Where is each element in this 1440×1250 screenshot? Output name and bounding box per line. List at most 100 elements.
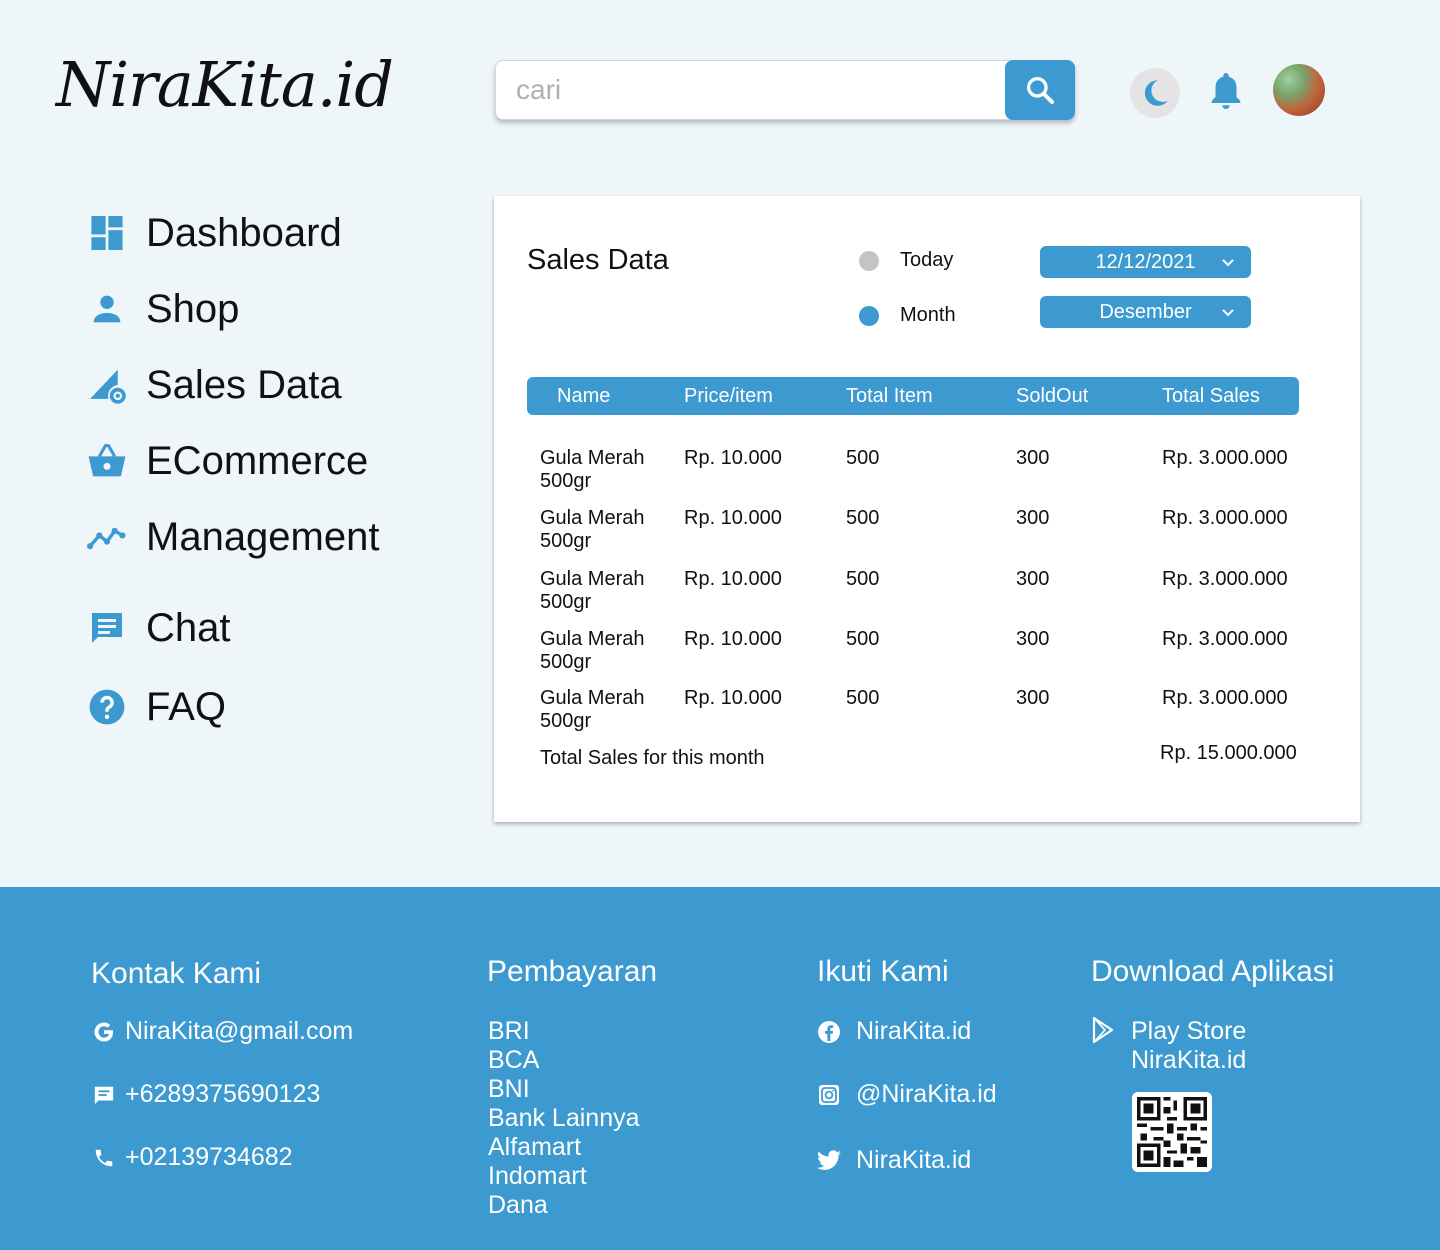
radio-month[interactable]: Month	[859, 304, 956, 327]
payment-item: Indomart	[488, 1162, 587, 1190]
chevron-down-icon	[1222, 309, 1234, 317]
help-icon	[86, 686, 128, 728]
sidebar-item-shop[interactable]: Shop	[86, 284, 426, 334]
notification-button[interactable]	[1204, 68, 1248, 114]
cell-soldout: 300	[1016, 687, 1050, 709]
sidebar-item-label: Dashboard	[146, 210, 342, 255]
sidebar-item-management[interactable]: Management	[86, 512, 426, 562]
footer-heading-download: Download Aplikasi	[1091, 955, 1335, 988]
instagram-icon	[816, 1082, 842, 1108]
radio-label: Month	[900, 304, 956, 326]
cell-total-sales: Rp. 3.000.000	[1162, 507, 1288, 529]
search-input[interactable]	[496, 61, 1006, 119]
column-header: Name	[557, 385, 611, 407]
qr-code-image	[1137, 1097, 1207, 1167]
message-icon	[91, 1082, 117, 1108]
dashboard-icon	[86, 212, 128, 254]
facebook-text: NiraKita.id	[856, 1017, 972, 1045]
dark-mode-toggle[interactable]	[1130, 68, 1180, 118]
payment-item: Dana	[488, 1191, 548, 1219]
cell-total-item: 500	[846, 687, 880, 709]
qr-code[interactable]	[1132, 1092, 1212, 1172]
search-button[interactable]	[1005, 60, 1075, 120]
cell-total-sales: Rp. 3.000.000	[1162, 447, 1288, 469]
cell-name: Gula Merah 500gr	[540, 447, 645, 492]
radio-button[interactable]	[859, 250, 879, 271]
contact-phone[interactable]: +02139734682	[91, 1143, 293, 1172]
column-header: SoldOut	[1016, 385, 1089, 407]
month-select-value: Desember	[1099, 300, 1192, 323]
cell-soldout: 300	[1016, 447, 1050, 469]
twitter-text: NiraKita.id	[856, 1146, 972, 1174]
month-select[interactable]: Desember	[1040, 296, 1251, 328]
cell-soldout: 300	[1016, 507, 1050, 529]
payment-item: Alfamart	[488, 1133, 582, 1161]
total-sales-label: Total Sales for this month	[540, 747, 765, 769]
basket-icon	[86, 440, 128, 482]
card-title: Sales Data	[527, 244, 669, 276]
search-bar	[495, 60, 1075, 120]
sidebar-item-sales-data[interactable]: Sales Data	[86, 360, 426, 410]
cell-name: Gula Merah 500gr	[540, 507, 645, 552]
avatar[interactable]	[1273, 64, 1325, 116]
cell-total-item: 500	[846, 628, 880, 650]
radio-button[interactable]	[859, 305, 879, 326]
cell-total-sales: Rp. 3.000.000	[1162, 687, 1288, 709]
sidebar-item-ecommerce[interactable]: ECommerce	[86, 436, 426, 486]
contact-email[interactable]: NiraKita@gmail.com	[91, 1017, 353, 1046]
sidebar-item-label: Sales Data	[146, 362, 342, 407]
radio-label: Today	[900, 249, 954, 271]
column-header: Price/item	[684, 385, 773, 407]
column-header: Total Item	[846, 385, 933, 407]
contact-phone-text: +02139734682	[125, 1143, 293, 1171]
phone-icon	[91, 1145, 117, 1171]
app-name-label: NiraKita.id	[1131, 1046, 1247, 1074]
play-store-link[interactable]: Play Store NiraKita.id	[1090, 1017, 1246, 1075]
cell-soldout: 300	[1016, 628, 1050, 650]
cell-total-item: 500	[846, 447, 880, 469]
cell-total-sales: Rp. 3.000.000	[1162, 568, 1288, 590]
total-sales-value: Rp. 15.000.000	[1160, 742, 1297, 764]
twitter-icon	[816, 1148, 842, 1174]
payment-list: BRI BCA BNI Bank Lainnya Alfamart Indoma…	[488, 1017, 640, 1220]
sidebar-item-label: ECommerce	[146, 438, 369, 483]
facebook-icon	[816, 1019, 842, 1045]
bell-icon	[1211, 73, 1241, 109]
trend-icon	[86, 516, 128, 558]
footer-heading-contact: Kontak Kami	[91, 957, 262, 990]
sidebar-item-label: Management	[146, 514, 380, 559]
cell-total-sales: Rp. 3.000.000	[1162, 628, 1288, 650]
cell-price: Rp. 10.000	[684, 447, 782, 469]
date-select-value: 12/12/2021	[1095, 250, 1196, 273]
sidebar-item-faq[interactable]: FAQ	[86, 682, 426, 732]
person-icon	[86, 288, 128, 330]
sidebar-item-chat[interactable]: Chat	[86, 603, 426, 653]
cell-total-item: 500	[846, 507, 880, 529]
cell-name: Gula Merah 500gr	[540, 628, 645, 673]
cell-name: Gula Merah 500gr	[540, 568, 645, 613]
cell-total-item: 500	[846, 568, 880, 590]
chevron-down-icon	[1222, 259, 1234, 267]
cell-price: Rp. 10.000	[684, 687, 782, 709]
cell-price: Rp. 10.000	[684, 628, 782, 650]
logo[interactable]: NiraKita.id	[56, 48, 394, 121]
cell-price: Rp. 10.000	[684, 507, 782, 529]
payment-item: BNI	[488, 1075, 530, 1103]
contact-sms[interactable]: +6289375690123	[91, 1080, 320, 1109]
social-twitter[interactable]: NiraKita.id	[816, 1146, 971, 1175]
social-instagram[interactable]: @NiraKita.id	[816, 1080, 997, 1109]
contact-sms-text: +6289375690123	[125, 1080, 321, 1108]
cell-name: Gula Merah 500gr	[540, 687, 645, 732]
cell-soldout: 300	[1016, 568, 1050, 590]
sidebar-item-dashboard[interactable]: Dashboard	[86, 208, 426, 258]
search-icon	[1027, 77, 1054, 104]
play-store-label: Play Store	[1131, 1017, 1247, 1045]
date-select[interactable]: 12/12/2021	[1040, 246, 1251, 278]
radio-today[interactable]: Today	[859, 249, 953, 272]
social-facebook[interactable]: NiraKita.id	[816, 1017, 971, 1046]
play-store-text: Play Store NiraKita.id	[1131, 1017, 1246, 1075]
footer-heading-payment: Pembayaran	[487, 955, 658, 988]
chart-settings-icon	[86, 364, 128, 406]
play-store-icon	[1090, 1017, 1116, 1043]
table-header: Name Price/item Total Item SoldOut Total…	[527, 377, 1299, 415]
